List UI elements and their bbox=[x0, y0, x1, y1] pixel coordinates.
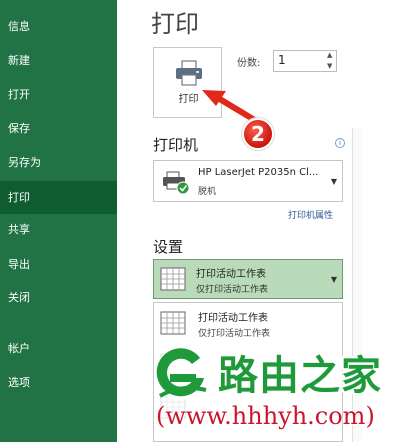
sidebar-item-save[interactable]: 保存 bbox=[0, 114, 117, 144]
print-scope-selected: 打印活动工作表 bbox=[196, 269, 266, 280]
settings-section-title: 设置 bbox=[153, 238, 184, 256]
option-print-active-sheet[interactable]: 打印活动工作表 仅打印活动工作表 bbox=[154, 305, 342, 343]
sidebar-item-options[interactable]: 选项 bbox=[0, 368, 117, 398]
chevron-down-icon[interactable]: ▼ bbox=[331, 275, 337, 284]
printer-offline-icon bbox=[163, 171, 190, 195]
backstage-sidebar: 信息 新建 打开 保存 另存为 打印 共享 导出 关闭 帐户 选项 bbox=[0, 0, 117, 442]
sidebar-item-open[interactable]: 打开 bbox=[0, 80, 117, 110]
page-title: 打印 bbox=[151, 10, 199, 38]
printer-status: 脱机 bbox=[198, 187, 217, 197]
option-label: 打印活动工作表 bbox=[198, 313, 268, 324]
worksheet-icon bbox=[160, 311, 186, 335]
option-desc: 仅打印活动工作表 bbox=[198, 329, 271, 339]
printer-dropdown[interactable]: HP LaserJet P2035n Cl... 脱机 ▼ bbox=[153, 160, 343, 202]
printer-section-title: 打印机 bbox=[153, 136, 199, 154]
printer-properties-link[interactable]: 打印机属性 bbox=[288, 208, 333, 221]
worksheet-icon bbox=[160, 267, 186, 291]
chevron-down-icon[interactable]: ▼ bbox=[331, 177, 337, 186]
router-home-logo-icon bbox=[154, 348, 207, 400]
print-scope-dropdown[interactable]: 打印活动工作表 仅打印活动工作表 ▼ bbox=[153, 259, 343, 299]
sidebar-item-close[interactable]: 关闭 bbox=[0, 283, 117, 313]
copies-label: 份数: bbox=[237, 58, 261, 69]
sidebar-item-info[interactable]: 信息 bbox=[0, 12, 117, 42]
print-scope-selected-desc: 仅打印活动工作表 bbox=[196, 285, 269, 295]
sidebar-item-share[interactable]: 共享 bbox=[0, 215, 117, 245]
step-badge: 2 bbox=[242, 118, 274, 150]
sidebar-item-print[interactable]: 打印 bbox=[0, 181, 117, 214]
sidebar-item-save-as[interactable]: 另存为 bbox=[0, 148, 117, 178]
watermark-brand: 路由之家 bbox=[218, 353, 382, 399]
copies-increase-icon[interactable]: ▲ bbox=[327, 51, 332, 59]
copies-decrease-icon[interactable]: ▼ bbox=[327, 62, 332, 70]
sidebar-item-export[interactable]: 导出 bbox=[0, 250, 117, 280]
sidebar-item-account[interactable]: 帐户 bbox=[0, 334, 117, 364]
watermark-url: (www.hhhyh.com) bbox=[156, 402, 375, 430]
info-icon[interactable]: i bbox=[335, 138, 345, 148]
printer-name: HP LaserJet P2035n Cl... bbox=[198, 167, 319, 178]
sidebar-item-new[interactable]: 新建 bbox=[0, 46, 117, 76]
